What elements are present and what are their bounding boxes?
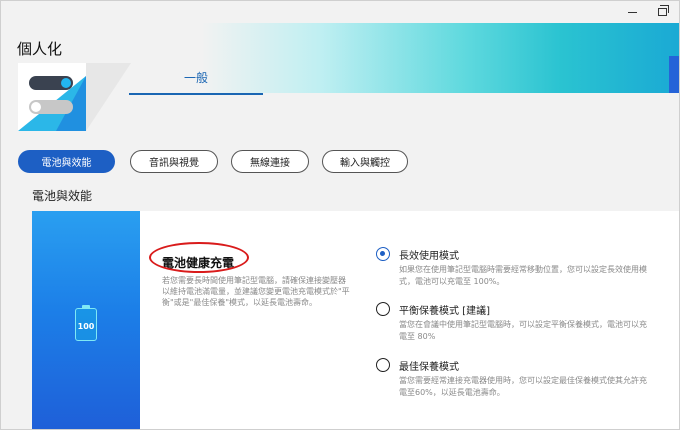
header-illustration-shadow [86, 63, 131, 131]
tab-general[interactable]: 一般 [129, 69, 263, 95]
app-window: 個人化 一般 電池與效能 音訊與視覺 無線連接 輸入與觸控 電池與效能 100 … [0, 0, 680, 430]
page-title: 個人化 [17, 40, 63, 58]
radio-balanced[interactable] [376, 302, 390, 316]
toggle-on-icon [29, 76, 73, 90]
header-gradient [201, 23, 679, 93]
category-input-touch[interactable]: 輸入與觸控 [322, 150, 408, 173]
category-battery-performance[interactable]: 電池與效能 [18, 150, 115, 173]
battery-icon: 100 [75, 305, 97, 341]
radio-long-lasting[interactable] [376, 247, 390, 261]
radio-maximum-lifespan[interactable] [376, 358, 390, 372]
option-label: 長效使用模式 [399, 251, 459, 262]
option-description: 當您在會議中使用筆記型電腦時，可以設定平衡保養模式，電池可以充電至 80% [399, 320, 647, 341]
header-illustration [18, 63, 86, 131]
toggle-off-icon [29, 100, 73, 114]
battery-level: 100 [77, 322, 95, 331]
category-wireless[interactable]: 無線連接 [231, 150, 309, 173]
header-gradient-edge [669, 56, 679, 93]
tab-general-underline [129, 93, 263, 95]
annotation-circle [149, 242, 249, 273]
restore-icon[interactable] [655, 5, 669, 19]
category-audio-visual[interactable]: 音訊與視覺 [130, 150, 218, 173]
feature-description: 若您需要長時間使用筆記型電腦，請確保連接變壓器以維持電池滿電量，並建議您變更電池… [162, 276, 350, 307]
minimize-icon[interactable] [625, 5, 639, 19]
section-heading: 電池與效能 [32, 189, 93, 203]
option-description: 如果您在使用筆記型電腦時需要經常移動位置，您可以設定長效使用模式，電池可以充電至… [399, 265, 647, 286]
option-label: 最佳保養模式 [399, 362, 459, 373]
option-description: 當您需要經常連接充電器使用時，您可以設定最佳保養模式使其允許充電至60%，以延長… [399, 376, 647, 397]
option-label: 平衡保養模式 [建議] [399, 306, 490, 317]
window-controls [625, 5, 669, 19]
